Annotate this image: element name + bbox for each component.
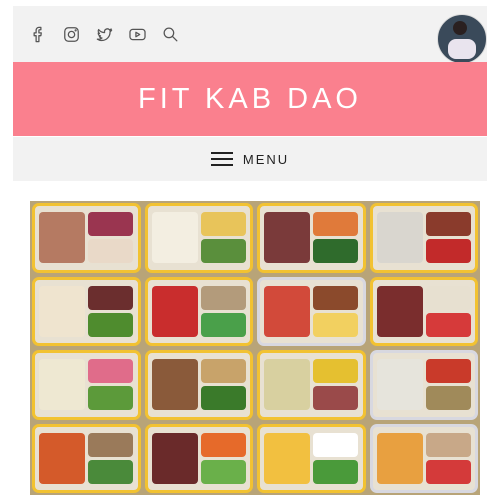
youtube-icon[interactable] [125,22,149,46]
meal-box [257,203,366,273]
site-title[interactable]: FIT KAB DAO [138,83,362,116]
instagram-icon[interactable] [59,22,83,46]
meal-box [32,203,141,273]
avatar[interactable] [437,14,487,64]
top-bar [13,6,487,64]
meal-box [32,423,141,493]
menu-label: MENU [242,151,290,167]
featured-image[interactable] [30,201,480,495]
meal-box [369,276,478,346]
search-icon[interactable] [158,22,182,46]
meal-box [369,350,478,420]
meal-box [144,276,253,346]
avatar-figure [448,39,476,59]
meal-box [369,423,478,493]
meal-prep-grid [30,201,480,495]
meal-box [144,203,253,273]
twitter-icon[interactable] [92,22,116,46]
facebook-icon[interactable] [26,22,50,46]
site-banner[interactable]: FIT KAB DAO [13,62,487,136]
meal-box [32,350,141,420]
social-links [26,22,182,46]
avatar-head [453,21,467,35]
meal-box [369,203,478,273]
hamburger-icon [210,152,233,166]
meal-box [144,350,253,420]
meal-box [257,423,366,493]
meal-box [32,276,141,346]
meal-box [144,423,253,493]
menu-toggle[interactable]: MENU [13,137,487,181]
meal-box [257,350,366,420]
meal-box [257,276,366,346]
